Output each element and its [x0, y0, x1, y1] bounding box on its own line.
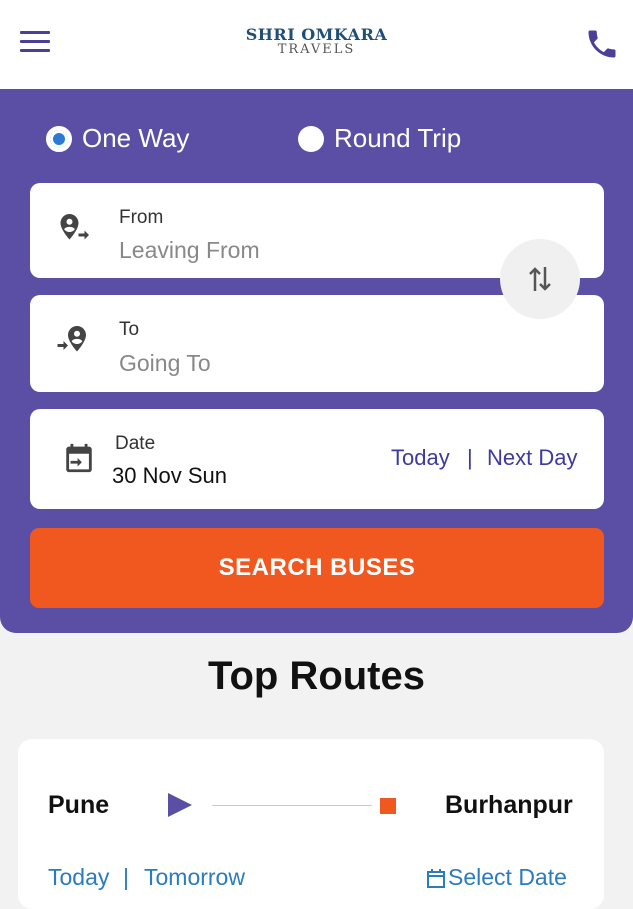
from-placeholder: Leaving From [119, 237, 260, 263]
radio-round-trip-label: Round Trip [334, 123, 462, 153]
radio-selected-icon [46, 125, 72, 152]
route-separator: | [123, 864, 129, 890]
search-buses-button[interactable]: SEARCH BUSES [30, 528, 604, 608]
search-panel: One Way Round Trip From Leaving From To … [0, 89, 633, 633]
to-label: To [119, 319, 140, 340]
person-pin-arrive-icon [56, 323, 92, 359]
route-today-link[interactable]: Today [48, 864, 109, 891]
route-select-date-label: Select Date [448, 864, 567, 890]
hamburger-menu-icon[interactable] [20, 31, 50, 53]
person-pin-leave-icon [56, 211, 92, 247]
radio-one-way-label: One Way [82, 123, 190, 153]
phone-icon[interactable] [584, 26, 620, 62]
route-from-city: Pune [48, 791, 110, 819]
to-placeholder: Going To [119, 350, 211, 376]
calendar-icon [427, 868, 445, 888]
swap-locations-button[interactable] [500, 239, 580, 319]
radio-one-way[interactable]: One Way [46, 123, 189, 154]
route-line [212, 805, 372, 806]
route-start-play-icon [168, 793, 192, 817]
app-header: SHRI OMKARA TRAVELS [0, 0, 633, 89]
logo-line-2: TRAVELS [277, 42, 356, 57]
brand-logo: SHRI OMKARA TRAVELS [200, 26, 433, 56]
date-value: 30 Nov Sun [112, 463, 227, 488]
route-tomorrow-link[interactable]: Tomorrow [144, 864, 245, 891]
calendar-arrow-icon [62, 440, 98, 476]
swap-vertical-icon [529, 267, 551, 291]
date-today-button[interactable]: Today [391, 445, 450, 471]
date-label: Date [115, 433, 156, 454]
top-routes-title: Top Routes [207, 654, 425, 698]
from-label: From [119, 207, 164, 228]
date-next-day-button[interactable]: Next Day [487, 445, 577, 471]
date-separator: | [467, 445, 473, 470]
route-card[interactable]: Pune Burhanpur Today | Tomorrow Select D… [18, 739, 604, 909]
radio-round-trip[interactable]: Round Trip [298, 123, 461, 154]
radio-unselected-icon [298, 125, 324, 152]
route-end-square-icon [380, 798, 396, 814]
logo-line-1: SHRI OMKARA [245, 25, 388, 44]
route-select-date-button[interactable]: Select Date [424, 864, 567, 891]
route-to-city: Burhanpur [445, 791, 573, 819]
date-field[interactable]: Date 30 Nov Sun Today | Next Day [30, 409, 604, 509]
